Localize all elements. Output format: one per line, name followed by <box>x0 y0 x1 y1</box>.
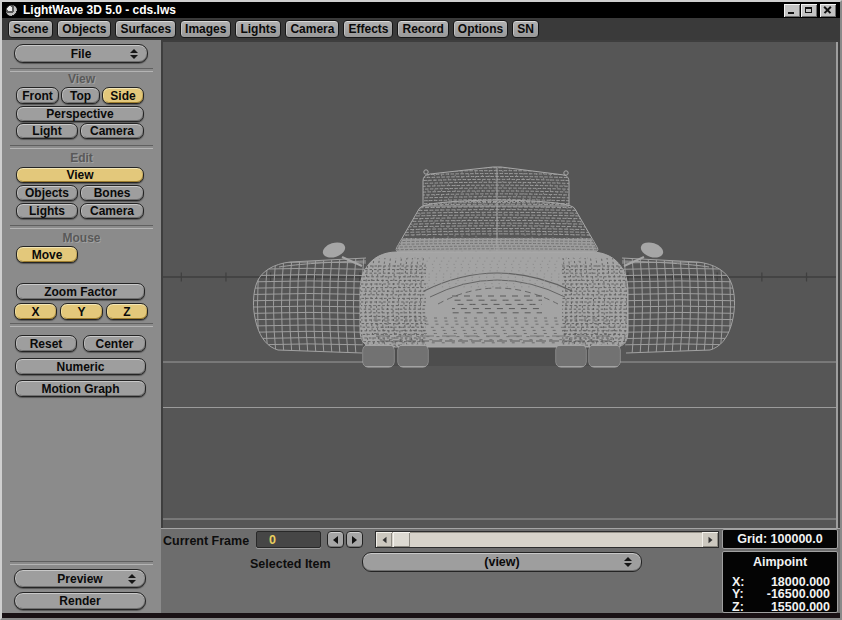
window-controls <box>783 4 836 17</box>
scrollbar-right-button[interactable] <box>702 532 718 547</box>
right-arrow-icon <box>352 536 357 544</box>
view-side-button[interactable]: Side <box>102 87 144 104</box>
current-frame-label: Current Frame <box>163 534 249 548</box>
motion-graph-button[interactable]: Motion Graph <box>15 380 146 397</box>
tab-sn[interactable]: SN <box>512 20 539 38</box>
edit-bones-button[interactable]: Bones <box>80 185 144 201</box>
viewport[interactable] <box>163 42 838 528</box>
window-title: LightWave 3D 5.0 - cds.lws <box>23 3 176 17</box>
maximize-icon <box>805 7 812 13</box>
file-menu-button[interactable]: File <box>14 44 148 63</box>
numeric-button[interactable]: Numeric <box>15 358 146 375</box>
edit-camera-button[interactable]: Camera <box>80 203 144 219</box>
view-front-button[interactable]: Front <box>16 87 59 104</box>
edit-objects-button[interactable]: Objects <box>16 185 78 201</box>
separator <box>10 145 153 149</box>
tab-camera[interactable]: Camera <box>285 20 339 38</box>
view-light-button[interactable]: Light <box>16 123 78 139</box>
menu-tab-bar: Scene Objects Surfaces Images Lights Cam… <box>2 18 840 40</box>
selected-item-dropdown[interactable]: (view) <box>362 552 642 572</box>
aimpoint-y-row: Y:-16500.000 <box>723 588 837 600</box>
view-top-button[interactable]: Top <box>61 87 100 104</box>
close-button[interactable] <box>820 4 836 17</box>
aimpoint-panel: Aimpoint X:18000.000 Y:-16500.000 Z:1550… <box>722 551 838 613</box>
frame-next-button[interactable] <box>346 531 363 548</box>
bottom-control-bar: Current Frame 0 Grid: 100000.0 Selected … <box>161 528 840 613</box>
current-frame-input[interactable]: 0 <box>256 531 321 548</box>
aimpoint-title: Aimpoint <box>723 555 837 569</box>
tab-effects[interactable]: Effects <box>343 20 393 38</box>
view-section-label: View <box>2 72 161 86</box>
updown-arrows-icon <box>128 574 136 584</box>
titlebar: LightWave 3D 5.0 - cds.lws <box>2 2 840 18</box>
minimize-icon <box>788 12 794 14</box>
tab-scene[interactable]: Scene <box>8 20 53 38</box>
tab-options[interactable]: Options <box>453 20 508 38</box>
selected-item-label: Selected Item <box>250 557 331 571</box>
axis-z-button[interactable]: Z <box>106 303 148 320</box>
tab-objects[interactable]: Objects <box>57 20 111 38</box>
scrollbar-thumb[interactable] <box>393 532 410 547</box>
edit-section-label: Edit <box>2 151 161 165</box>
app-icon <box>6 5 17 16</box>
frame-scrollbar[interactable] <box>375 531 719 548</box>
preview-button[interactable]: Preview <box>14 569 146 588</box>
separator <box>10 561 153 565</box>
right-arrow-icon <box>708 536 712 542</box>
view-camera-button[interactable]: Camera <box>80 123 144 139</box>
tab-images[interactable]: Images <box>180 20 231 38</box>
minimize-button[interactable] <box>784 4 800 17</box>
grid-size-display: Grid: 100000.0 <box>722 529 838 549</box>
frame-prev-button[interactable] <box>327 531 344 548</box>
lightwave-window: LightWave 3D 5.0 - cds.lws Scene Objects… <box>0 0 842 620</box>
wireframe-car-canvas <box>163 42 836 526</box>
edit-lights-button[interactable]: Lights <box>16 203 78 219</box>
aimpoint-z-row: Z:15500.000 <box>723 601 837 613</box>
left-arrow-icon <box>333 536 338 544</box>
sidebar: File View Front Top Side Perspective Lig… <box>2 40 161 613</box>
maximize-button[interactable] <box>801 4 817 17</box>
axis-x-button[interactable]: X <box>14 303 57 320</box>
tab-surfaces[interactable]: Surfaces <box>115 20 176 38</box>
mouse-section-label: Mouse <box>2 231 161 245</box>
edit-view-button[interactable]: View <box>16 167 144 183</box>
zoom-factor-button[interactable]: Zoom Factor <box>16 283 145 300</box>
bottom-strip <box>2 613 840 618</box>
updown-arrows-icon <box>624 557 632 567</box>
left-arrow-icon <box>382 536 386 542</box>
reset-button[interactable]: Reset <box>15 335 77 352</box>
scrollbar-left-button[interactable] <box>376 532 392 547</box>
separator <box>10 323 153 327</box>
axis-y-button[interactable]: Y <box>60 303 103 320</box>
mouse-move-button[interactable]: Move <box>16 246 78 263</box>
center-button[interactable]: Center <box>83 335 146 352</box>
updown-arrows-icon <box>130 49 138 59</box>
render-button[interactable]: Render <box>14 592 146 610</box>
view-perspective-button[interactable]: Perspective <box>16 106 144 122</box>
tab-lights[interactable]: Lights <box>235 20 281 38</box>
separator <box>10 225 153 229</box>
tab-record[interactable]: Record <box>397 20 448 38</box>
